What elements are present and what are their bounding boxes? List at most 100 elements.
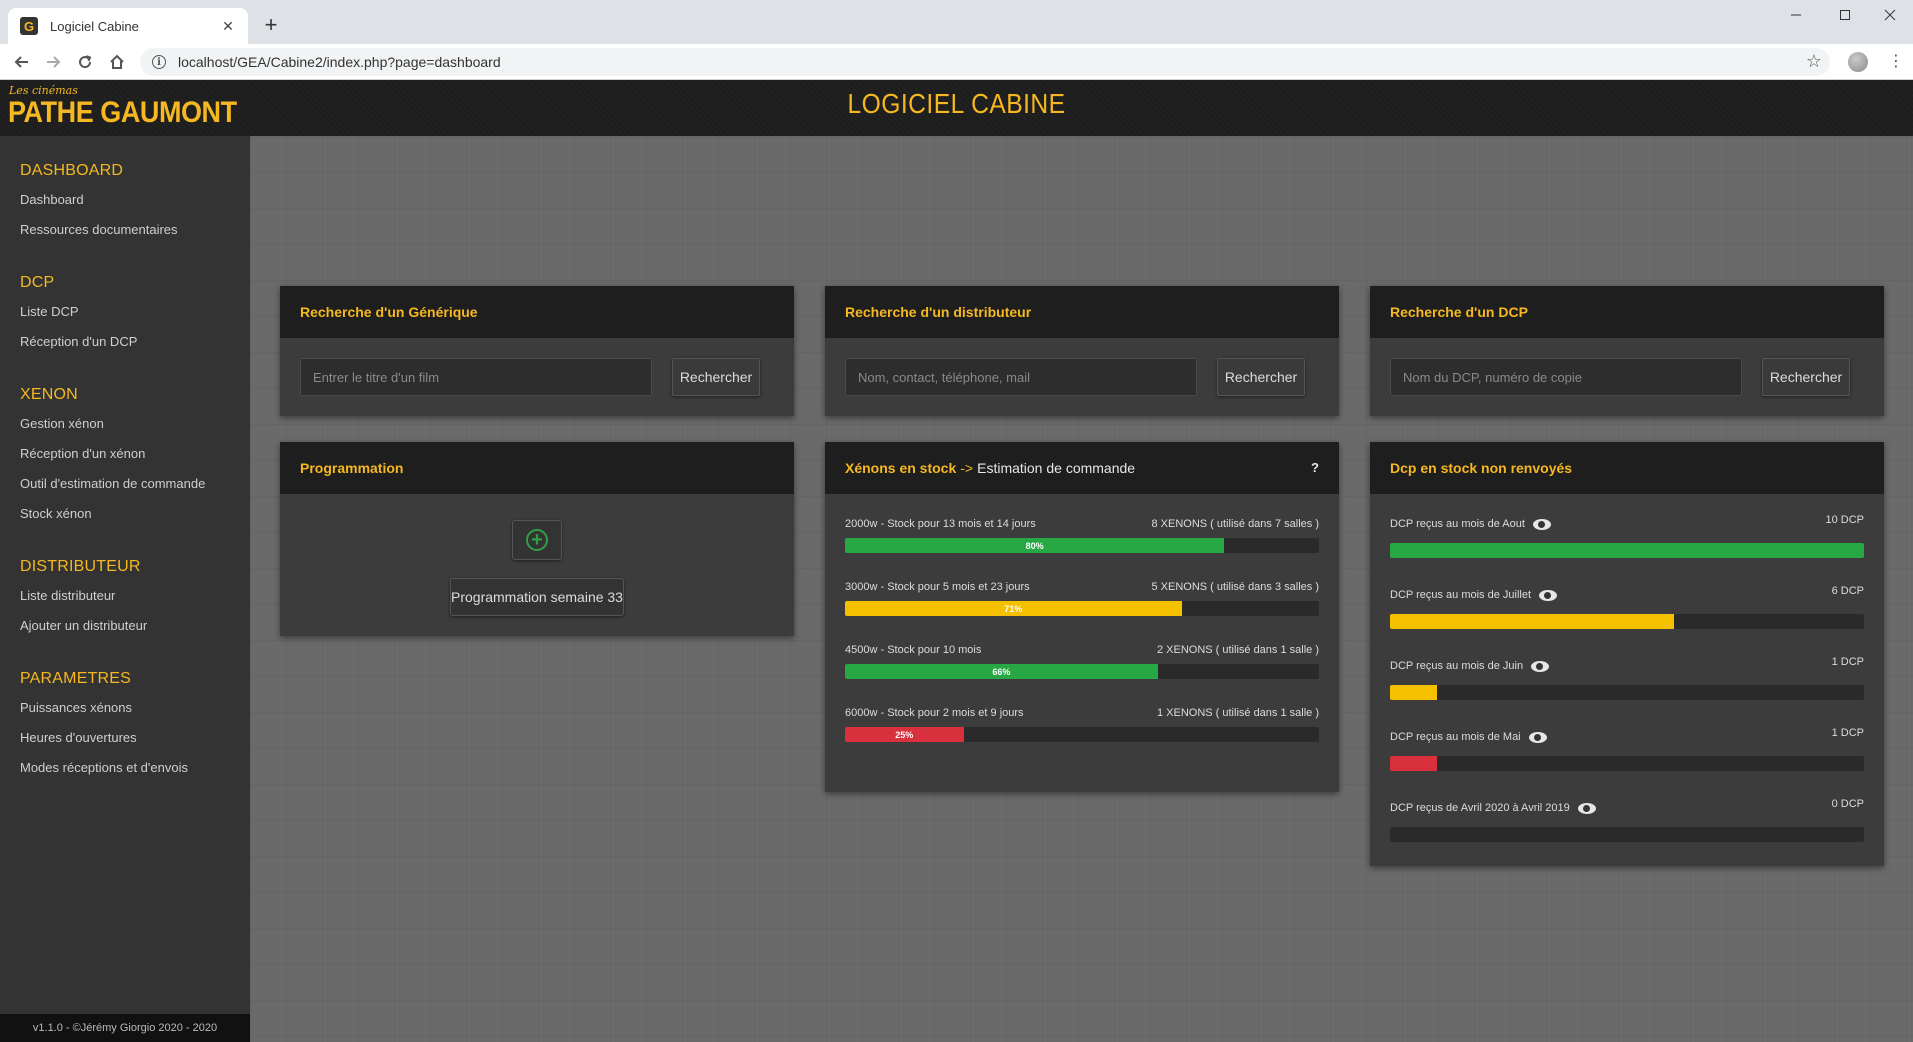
eye-icon[interactable] — [1539, 589, 1558, 601]
xenon-progress-track: 80% — [845, 538, 1319, 553]
dcp-row-label: DCP reçus de Avril 2020 à Avril 2019 — [1390, 802, 1570, 814]
tab-title: Logiciel Cabine — [50, 18, 139, 34]
dcp-row-label: DCP reçus au mois de Juillet — [1390, 589, 1532, 601]
search-dcp-card: Recherche d'un DCP Rechercher — [1370, 286, 1884, 416]
sidebar-item-puissances[interactable]: Puissances xénons — [20, 698, 188, 728]
dcp-row-label-wrap: DCP reçus au mois de Juin — [1390, 660, 1550, 672]
sidebar-item-heures[interactable]: Heures d'ouvertures — [20, 728, 188, 758]
sidebar-item-liste-dcp[interactable]: Liste DCP — [20, 302, 137, 332]
xenons-title-arrow: -> — [960, 460, 974, 476]
programmation-card: Programmation + Programmation semaine 33 — [280, 442, 794, 636]
sidebar-item-gestion-xenon[interactable]: Gestion xénon — [20, 414, 205, 444]
dcp-row: DCP reçus au mois de Aout 10 DCP — [1390, 514, 1864, 558]
main-content: Recherche d'un Générique Rechercher Rech… — [250, 136, 1913, 1042]
sidebar-item-estimation[interactable]: Outil d'estimation de commande — [20, 474, 205, 504]
sidebar-item-stock-xenon[interactable]: Stock xénon — [20, 504, 205, 534]
profile-avatar[interactable] — [1848, 52, 1868, 72]
sidebar-section-parametres: PARAMETRES Puissances xénons Heures d'ou… — [20, 670, 188, 788]
info-icon[interactable]: i — [152, 55, 166, 69]
close-window-button[interactable] — [1867, 0, 1913, 30]
dcp-progress-fill — [1390, 614, 1675, 629]
dcp-row-label-wrap: DCP reçus au mois de Mai — [1390, 731, 1547, 743]
sidebar-item-ressources[interactable]: Ressources documentaires — [20, 220, 178, 250]
search-generique-input[interactable] — [300, 358, 652, 396]
dcp-row-label-wrap: DCP reçus au mois de Aout — [1390, 518, 1551, 530]
sidebar-item-reception-xenon[interactable]: Réception d'un xénon — [20, 444, 205, 474]
xenon-progress-track: 25% — [845, 727, 1319, 742]
xenon-progress-fill: 66% — [845, 664, 1158, 679]
xenon-row: 3000w - Stock pour 5 mois et 23 jours 5 X… — [845, 581, 1319, 619]
dcp-progress-track — [1390, 756, 1864, 771]
xenons-title-suffix: Estimation de commande — [977, 460, 1136, 476]
sidebar-section-distributeur: DISTRIBUTEUR Liste distributeur Ajouter … — [20, 558, 147, 646]
new-tab-button[interactable]: + — [258, 12, 284, 38]
xenon-progress-fill: 25% — [845, 727, 964, 742]
sidebar-item-modes[interactable]: Modes réceptions et d'envois — [20, 758, 188, 788]
add-programmation-button[interactable]: + — [512, 520, 562, 560]
xenon-progress-label: 66% — [992, 666, 1011, 677]
back-button[interactable] — [10, 50, 34, 74]
maximize-icon — [1840, 10, 1850, 20]
forward-button[interactable] — [41, 50, 65, 74]
xenon-row: 6000w - Stock pour 2 mois et 9 jours 1 XE… — [845, 707, 1319, 745]
browser-menu-icon[interactable]: ⋮ — [1888, 52, 1904, 72]
eye-icon[interactable] — [1532, 518, 1551, 530]
favicon-icon: G — [20, 17, 38, 35]
search-distributeur-button[interactable]: Rechercher — [1217, 358, 1305, 396]
dcp-row-count: 10 DCP — [1825, 514, 1864, 526]
dcp-progress-track — [1390, 827, 1864, 842]
search-generique-button[interactable]: Rechercher — [672, 358, 760, 396]
xenon-progress-fill: 71% — [845, 601, 1182, 616]
xenon-row-label: 3000w - Stock pour 5 mois et 23 jours — [845, 581, 1030, 593]
dcp-row-label: DCP reçus au mois de Juin — [1390, 660, 1524, 672]
close-tab-icon[interactable]: ✕ — [220, 18, 236, 35]
dcp-row: DCP reçus au mois de Juin 1 DCP — [1390, 656, 1864, 700]
sidebar-heading: DCP — [20, 274, 55, 291]
app-header: Les cinémas PATHE GAUMONT LOGICIEL CABIN… — [0, 80, 1913, 136]
dcp-row: DCP reçus au mois de Juillet 6 DCP — [1390, 585, 1864, 629]
address-bar[interactable]: i localhost/GEA/Cabine2/index.php?page=d… — [140, 48, 1830, 76]
eye-icon[interactable] — [1528, 731, 1547, 743]
dcp-row-count: 0 DCP — [1831, 798, 1864, 810]
card-title: Xénons en stock -> Estimation de command… — [825, 442, 1339, 494]
search-dcp-input[interactable] — [1390, 358, 1742, 396]
home-icon — [110, 54, 124, 69]
sidebar-item-liste-distributeur[interactable]: Liste distributeur — [20, 586, 147, 616]
xenon-row: 2000w - Stock pour 13 mois et 14 jours 8 … — [845, 518, 1319, 556]
dcp-row-count: 1 DCP — [1831, 656, 1864, 668]
search-dcp-button[interactable]: Rechercher — [1762, 358, 1850, 396]
xenon-progress-label: 80% — [1025, 540, 1044, 551]
maximize-window-button[interactable] — [1822, 0, 1868, 30]
dcp-progress-track — [1390, 543, 1864, 558]
help-icon[interactable]: ? — [1311, 460, 1319, 475]
search-distributeur-card: Recherche d'un distributeur Rechercher — [825, 286, 1339, 416]
xenon-row-count: 5 XENONS ( utilisé dans 3 salles ) — [1151, 581, 1319, 593]
search-row: Rechercher — [845, 358, 1319, 396]
browser-tab[interactable]: G Logiciel Cabine ✕ — [8, 8, 248, 44]
programmation-week-button[interactable]: Programmation semaine 33 — [450, 578, 624, 616]
bookmark-star-icon[interactable]: ☆ — [1806, 51, 1822, 72]
xenons-title: Xénons en stock — [845, 460, 957, 476]
url-text[interactable]: localhost/GEA/Cabine2/index.php?page=das… — [178, 54, 501, 70]
browser-tabbar: G Logiciel Cabine ✕ + — [0, 0, 1913, 44]
xenon-row-count: 8 XENONS ( utilisé dans 7 salles ) — [1151, 518, 1319, 530]
xenon-row-label: 4500w - Stock pour 10 mois — [845, 644, 982, 656]
sidebar-item-reception-dcp[interactable]: Réception d'un DCP — [20, 332, 137, 362]
dcp-progress-track — [1390, 685, 1864, 700]
arrow-left-icon — [14, 56, 28, 68]
dcp-row-count: 6 DCP — [1831, 585, 1864, 597]
minimize-window-button[interactable] — [1773, 0, 1819, 30]
dcp-row-label: DCP reçus au mois de Mai — [1390, 731, 1521, 743]
search-distributeur-input[interactable] — [845, 358, 1197, 396]
sidebar-item-ajouter-distributeur[interactable]: Ajouter un distributeur — [20, 616, 147, 646]
home-button[interactable] — [105, 50, 129, 74]
dcp-row-label-wrap: DCP reçus au mois de Juillet — [1390, 589, 1558, 601]
reload-button[interactable] — [73, 50, 97, 74]
sidebar-footer: v1.1.0 - ©Jérémy Giorgio 2020 - 2020 — [0, 1014, 250, 1042]
sidebar-heading: DASHBOARD — [20, 162, 124, 179]
xenon-row-label: 6000w - Stock pour 2 mois et 9 jours — [845, 707, 1024, 719]
eye-icon[interactable] — [1531, 660, 1550, 672]
eye-icon[interactable] — [1577, 802, 1596, 814]
sidebar-item-dashboard[interactable]: Dashboard — [20, 190, 178, 220]
card-title: Recherche d'un distributeur — [825, 286, 1339, 338]
